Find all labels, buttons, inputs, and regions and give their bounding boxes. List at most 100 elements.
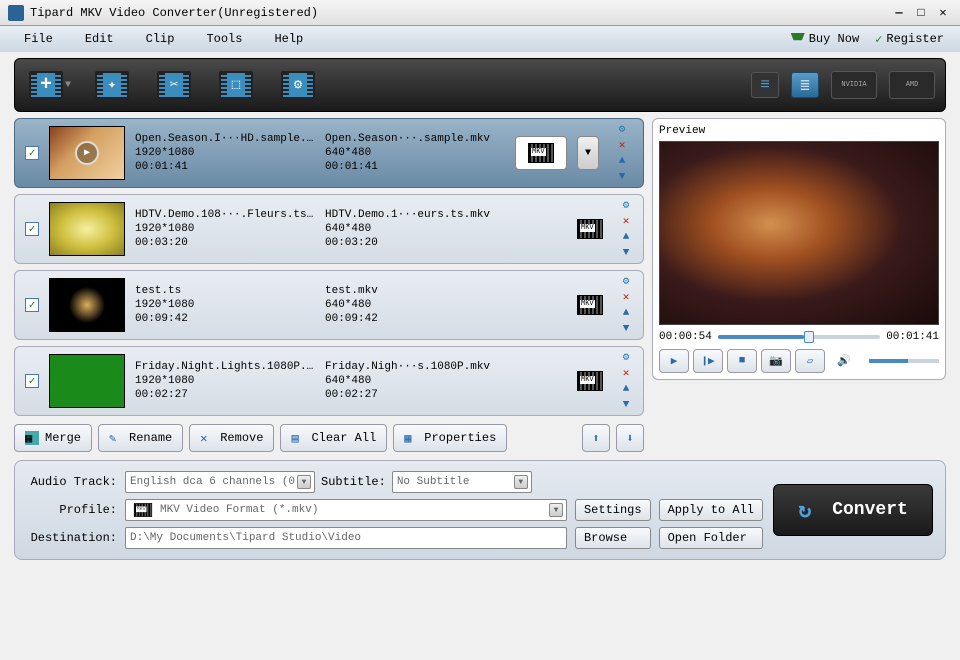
file-row[interactable]: ✓ Friday.Night.Lights.1080P.wmv 1920*108…: [14, 346, 644, 416]
audio-track-label: Audio Track:: [27, 475, 117, 489]
file-list: ✓ ▶ Open.Season.I···HD.sample.mkv 1920*1…: [14, 118, 644, 416]
time-position: 00:00:54: [659, 331, 712, 343]
volume-slider[interactable]: [869, 359, 939, 363]
browse-button[interactable]: Browse: [575, 527, 651, 549]
volume-icon[interactable]: 🔊: [829, 349, 859, 373]
time-duration: 00:01:41: [886, 331, 939, 343]
merge-button[interactable]: ▦Merge: [14, 424, 92, 452]
row-settings-icon[interactable]: ⚙: [619, 350, 633, 364]
profile-label: Profile:: [27, 503, 117, 517]
view-grid-button[interactable]: ≡: [751, 72, 779, 98]
open-folder-button[interactable]: Open Folder: [659, 527, 763, 549]
row-delete-icon[interactable]: ✕: [619, 366, 633, 380]
settings-button[interactable]: Settings: [575, 499, 651, 521]
profile-select[interactable]: MKV Video Format (*.mkv)▼: [125, 499, 567, 521]
row-settings-icon[interactable]: ⚙: [619, 198, 633, 212]
buy-now-button[interactable]: Buy Now: [783, 32, 867, 46]
source-name: Friday.Night.Lights.1080P.wmv: [135, 361, 315, 373]
row-delete-icon[interactable]: ✕: [619, 290, 633, 304]
row-delete-icon[interactable]: ✕: [619, 214, 633, 228]
preview-box: Preview 00:00:54 00:01:41 ▶ ❙▶ ■ 📷 ▱ 🔊: [652, 118, 946, 380]
menu-edit[interactable]: Edit: [69, 28, 130, 50]
crop-button[interactable]: ⬚: [211, 65, 261, 105]
menu-file[interactable]: File: [8, 28, 69, 50]
subtitle-label: Subtitle:: [321, 475, 386, 489]
mkv-icon: [528, 143, 554, 163]
output-res: 640*480: [325, 223, 505, 235]
stop-button[interactable]: ■: [727, 349, 757, 373]
move-up-button[interactable]: ⬆: [582, 424, 610, 452]
checkbox[interactable]: ✓: [25, 222, 39, 236]
seek-bar[interactable]: [718, 335, 880, 339]
row-down-icon[interactable]: ▼: [619, 322, 633, 336]
file-row[interactable]: ✓ ▶ Open.Season.I···HD.sample.mkv 1920*1…: [14, 118, 644, 188]
convert-button[interactable]: Convert: [773, 484, 933, 536]
close-button[interactable]: ✕: [934, 5, 952, 21]
row-up-icon[interactable]: ▲: [619, 382, 633, 396]
file-row[interactable]: ✓ HDTV.Demo.108···.Fleurs.ts.ts 1920*108…: [14, 194, 644, 264]
remove-button[interactable]: ✕Remove: [189, 424, 274, 452]
format-dropdown[interactable]: ▼: [577, 136, 599, 170]
thumbnail[interactable]: ▶: [49, 126, 125, 180]
preview-video[interactable]: [659, 141, 939, 325]
convert-icon: [798, 498, 822, 522]
checkbox[interactable]: ✓: [25, 146, 39, 160]
destination-label: Destination:: [27, 531, 117, 545]
row-settings-icon[interactable]: ⚙: [619, 274, 633, 288]
output-name: test.mkv: [325, 285, 505, 297]
move-down-button[interactable]: ⬇: [616, 424, 644, 452]
row-down-icon[interactable]: ▼: [615, 170, 629, 184]
row-up-icon[interactable]: ▲: [619, 306, 633, 320]
fullscreen-button[interactable]: ▱: [795, 349, 825, 373]
add-file-button[interactable]: +▼: [25, 65, 75, 105]
output-dur: 00:09:42: [325, 313, 505, 325]
step-button[interactable]: ❙▶: [693, 349, 723, 373]
source-res: 1920*1080: [135, 299, 315, 311]
view-list-button[interactable]: ≣: [791, 72, 819, 98]
row-up-icon[interactable]: ▲: [619, 230, 633, 244]
snapshot-button[interactable]: 📷: [761, 349, 791, 373]
trim-button[interactable]: ✂: [149, 65, 199, 105]
audio-track-select[interactable]: English dca 6 channels (0▼: [125, 471, 315, 493]
row-up-icon[interactable]: ▲: [615, 154, 629, 168]
thumbnail[interactable]: [49, 278, 125, 332]
output-dur: 00:02:27: [325, 389, 505, 401]
clear-all-button[interactable]: ▤Clear All: [280, 424, 387, 452]
check-icon: ✓: [875, 32, 882, 47]
maximize-button[interactable]: □: [912, 5, 930, 21]
properties-button[interactable]: ▦Properties: [393, 424, 507, 452]
source-res: 1920*1080: [135, 375, 315, 387]
toolbar: +▼ ✦ ✂ ⬚ ⚙ ≡ ≣ NVIDIA AMD: [14, 58, 946, 112]
output-name: Friday.Nigh···s.1080P.mkv: [325, 361, 505, 373]
checkbox[interactable]: ✓: [25, 374, 39, 388]
file-row[interactable]: ✓ test.ts 1920*1080 00:09:42 test.mkv 64…: [14, 270, 644, 340]
row-settings-icon[interactable]: ⚙: [615, 122, 629, 136]
rename-button[interactable]: ✎Rename: [98, 424, 183, 452]
settings-button[interactable]: ⚙: [273, 65, 323, 105]
window-title: Tipard MKV Video Converter(Unregistered): [30, 6, 890, 20]
row-delete-icon[interactable]: ✕: [615, 138, 629, 152]
menu-clip[interactable]: Clip: [130, 28, 191, 50]
menu-help[interactable]: Help: [258, 28, 319, 50]
apply-all-button[interactable]: Apply to All: [659, 499, 763, 521]
play-button[interactable]: ▶: [659, 349, 689, 373]
thumbnail[interactable]: [49, 354, 125, 408]
output-res: 640*480: [325, 299, 505, 311]
thumbnail[interactable]: [49, 202, 125, 256]
subtitle-select[interactable]: No Subtitle▼: [392, 471, 532, 493]
source-name: test.ts: [135, 285, 315, 297]
checkbox[interactable]: ✓: [25, 298, 39, 312]
row-down-icon[interactable]: ▼: [619, 246, 633, 260]
effects-button[interactable]: ✦: [87, 65, 137, 105]
output-dur: 00:03:20: [325, 237, 505, 249]
row-down-icon[interactable]: ▼: [619, 398, 633, 412]
source-dur: 00:01:41: [135, 161, 315, 173]
mkv-icon: [577, 219, 603, 239]
minimize-button[interactable]: —: [890, 5, 908, 21]
format-select[interactable]: [515, 136, 567, 170]
menu-tools[interactable]: Tools: [190, 28, 258, 50]
menubar: File Edit Clip Tools Help Buy Now ✓Regis…: [0, 26, 960, 52]
register-button[interactable]: ✓Register: [867, 32, 952, 47]
destination-input[interactable]: D:\My Documents\Tipard Studio\Video: [125, 527, 567, 549]
source-res: 1920*1080: [135, 147, 315, 159]
